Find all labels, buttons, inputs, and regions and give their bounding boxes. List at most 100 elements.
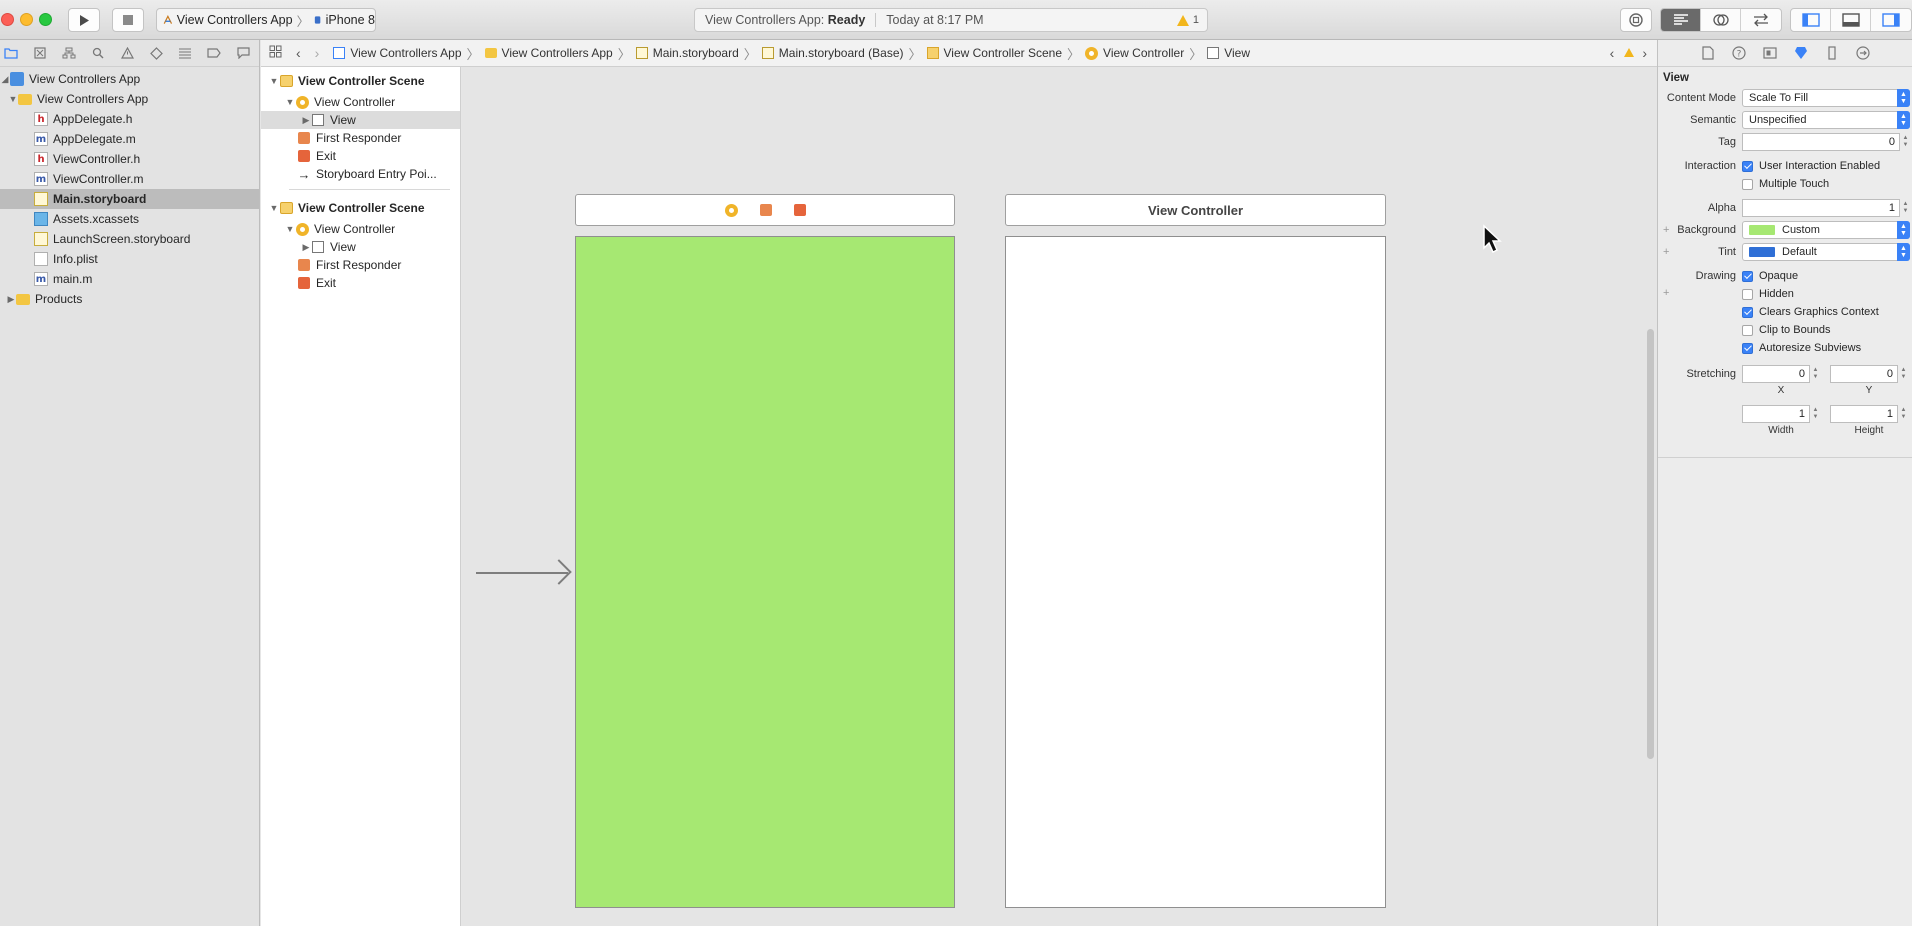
issue-warning-icon[interactable]: [1624, 46, 1635, 60]
outline-view-row[interactable]: ▶ View: [261, 238, 460, 256]
zoom-window-button[interactable]: [39, 13, 52, 26]
previous-issue-icon[interactable]: ‹: [1610, 45, 1615, 61]
library-button[interactable]: [1620, 8, 1652, 32]
connections-inspector-icon[interactable]: [1855, 45, 1871, 61]
breakpoint-nav-icon[interactable]: [205, 45, 223, 61]
tag-field[interactable]: 0: [1742, 133, 1900, 151]
scene2-dock[interactable]: View Controller: [1005, 194, 1386, 226]
version-editor-button[interactable]: [1741, 9, 1781, 31]
toggle-navigator-button[interactable]: [1791, 9, 1831, 31]
file-row[interactable]: m main.m: [0, 269, 259, 289]
next-issue-icon[interactable]: ›: [1642, 45, 1647, 61]
identity-inspector-icon[interactable]: [1762, 45, 1778, 61]
file-row[interactable]: Info.plist: [0, 249, 259, 269]
plus-icon[interactable]: +: [1663, 224, 1669, 236]
group-row[interactable]: ▼ View Controllers App: [0, 89, 259, 109]
file-row[interactable]: LaunchScreen.storyboard: [0, 229, 259, 249]
disclosure-open-icon[interactable]: ▼: [285, 97, 295, 107]
alpha-field[interactable]: 1: [1742, 199, 1900, 217]
breadcrumb-storyboard-base[interactable]: Main.storyboard (Base): [761, 46, 904, 60]
stretch-height-stepper[interactable]: ▲ ▼: [1899, 405, 1908, 423]
related-items-icon[interactable]: [269, 45, 282, 61]
stop-button[interactable]: [112, 8, 144, 32]
find-nav-icon[interactable]: [89, 45, 107, 61]
multiple-touch-checkbox[interactable]: [1742, 178, 1753, 190]
outline-scene-row[interactable]: ▼ View Controller Scene: [261, 196, 460, 220]
stretch-y-field[interactable]: 0: [1830, 365, 1898, 383]
toggle-inspector-button[interactable]: [1871, 9, 1911, 31]
symbol-nav-icon[interactable]: [60, 45, 78, 61]
toggle-debug-area-button[interactable]: [1831, 9, 1871, 31]
attributes-inspector-icon[interactable]: [1793, 45, 1809, 61]
file-row-selected[interactable]: Main.storyboard: [0, 189, 259, 209]
disclosure-open-icon[interactable]: ▼: [8, 94, 18, 104]
outline-exit-row[interactable]: Exit: [261, 274, 460, 292]
outline-first-responder-row[interactable]: First Responder: [261, 256, 460, 274]
hidden-checkbox[interactable]: [1742, 288, 1753, 300]
minimize-window-button[interactable]: [20, 13, 33, 26]
close-window-button[interactable]: [1, 13, 14, 26]
scene2-root-view[interactable]: [1005, 236, 1386, 908]
disclosure-closed-icon[interactable]: ▶: [301, 242, 311, 253]
autoresize-checkbox[interactable]: [1742, 342, 1753, 354]
run-button[interactable]: [68, 8, 100, 32]
folder-nav-icon[interactable]: [2, 45, 20, 61]
products-row[interactable]: ▶ Products: [0, 289, 259, 309]
breadcrumb-view-controller[interactable]: View Controller: [1085, 46, 1184, 60]
report-nav-icon[interactable]: [234, 45, 252, 61]
alpha-stepper[interactable]: ▲ ▼: [1901, 199, 1910, 217]
debug-nav-icon[interactable]: [176, 45, 194, 61]
opaque-checkbox[interactable]: [1742, 270, 1753, 282]
plus-icon[interactable]: +: [1663, 246, 1669, 258]
stretch-x-field[interactable]: 0: [1742, 365, 1810, 383]
clip-to-bounds-checkbox[interactable]: [1742, 324, 1753, 336]
file-row[interactable]: m ViewController.m: [0, 169, 259, 189]
disclosure-closed-icon[interactable]: ▶: [6, 294, 16, 305]
outline-scene-row[interactable]: ▼ View Controller Scene: [261, 69, 460, 93]
warning-indicator[interactable]: 1: [1176, 14, 1199, 26]
back-arrow-icon[interactable]: ‹: [296, 45, 301, 61]
exit-icon[interactable]: [793, 204, 806, 216]
plus-icon[interactable]: +: [1663, 287, 1669, 299]
forward-arrow-icon[interactable]: ›: [315, 45, 320, 61]
disclosure-open-icon[interactable]: ▼: [269, 203, 279, 213]
file-row[interactable]: Assets.xcassets: [0, 209, 259, 229]
content-mode-popup[interactable]: Scale To Fill ▲ ▼: [1742, 89, 1910, 107]
file-row[interactable]: h ViewController.h: [0, 149, 259, 169]
assistant-editor-button[interactable]: [1701, 9, 1741, 31]
file-row[interactable]: h AppDelegate.h: [0, 109, 259, 129]
breadcrumb-project[interactable]: View Controllers App: [333, 46, 462, 60]
tag-stepper[interactable]: ▲ ▼: [1901, 133, 1910, 151]
outline-entry-point-row[interactable]: → Storyboard Entry Poi...: [261, 165, 460, 183]
scene1-root-view[interactable]: [575, 236, 955, 908]
outline-exit-row[interactable]: Exit: [261, 147, 460, 165]
tint-color-popup[interactable]: Default ▲ ▼: [1742, 243, 1910, 261]
standard-editor-button[interactable]: [1661, 9, 1701, 31]
breadcrumb-scene[interactable]: View Controller Scene: [926, 46, 1062, 60]
breadcrumb-view[interactable]: View: [1207, 46, 1250, 60]
scene1-dock[interactable]: [575, 194, 955, 226]
disclosure-open-icon[interactable]: ▼: [285, 224, 295, 234]
clears-graphics-checkbox[interactable]: [1742, 306, 1753, 318]
test-nav-icon[interactable]: [147, 45, 165, 61]
background-color-popup[interactable]: Custom ▲ ▼: [1742, 221, 1910, 239]
breadcrumb-storyboard[interactable]: Main.storyboard: [635, 46, 739, 60]
outline-view-controller-row[interactable]: ▼ View Controller: [261, 93, 460, 111]
outline-view-row-selected[interactable]: ▶ View: [261, 111, 460, 129]
outline-view-controller-row[interactable]: ▼ View Controller: [261, 220, 460, 238]
disclosure-open-icon[interactable]: ◢: [0, 74, 10, 85]
semantic-popup[interactable]: Unspecified ▲ ▼: [1742, 111, 1910, 129]
help-inspector-icon[interactable]: ?: [1731, 45, 1747, 61]
scheme-selector[interactable]: View Controllers App 〉 iPhone 8: [156, 8, 376, 32]
view-controller-icon[interactable]: [724, 203, 738, 217]
breadcrumb-group[interactable]: View Controllers App: [484, 46, 613, 60]
canvas-vertical-scrollbar[interactable]: [1647, 329, 1654, 759]
size-inspector-icon[interactable]: [1824, 45, 1840, 61]
stretch-width-field[interactable]: 1: [1742, 405, 1810, 423]
source-control-nav-icon[interactable]: [31, 45, 49, 61]
stretch-height-field[interactable]: 1: [1830, 405, 1898, 423]
file-row[interactable]: m AppDelegate.m: [0, 129, 259, 149]
file-inspector-icon[interactable]: [1700, 45, 1716, 61]
storyboard-canvas[interactable]: View Controller: [462, 67, 1657, 926]
project-row[interactable]: ◢ View Controllers App: [0, 69, 259, 89]
